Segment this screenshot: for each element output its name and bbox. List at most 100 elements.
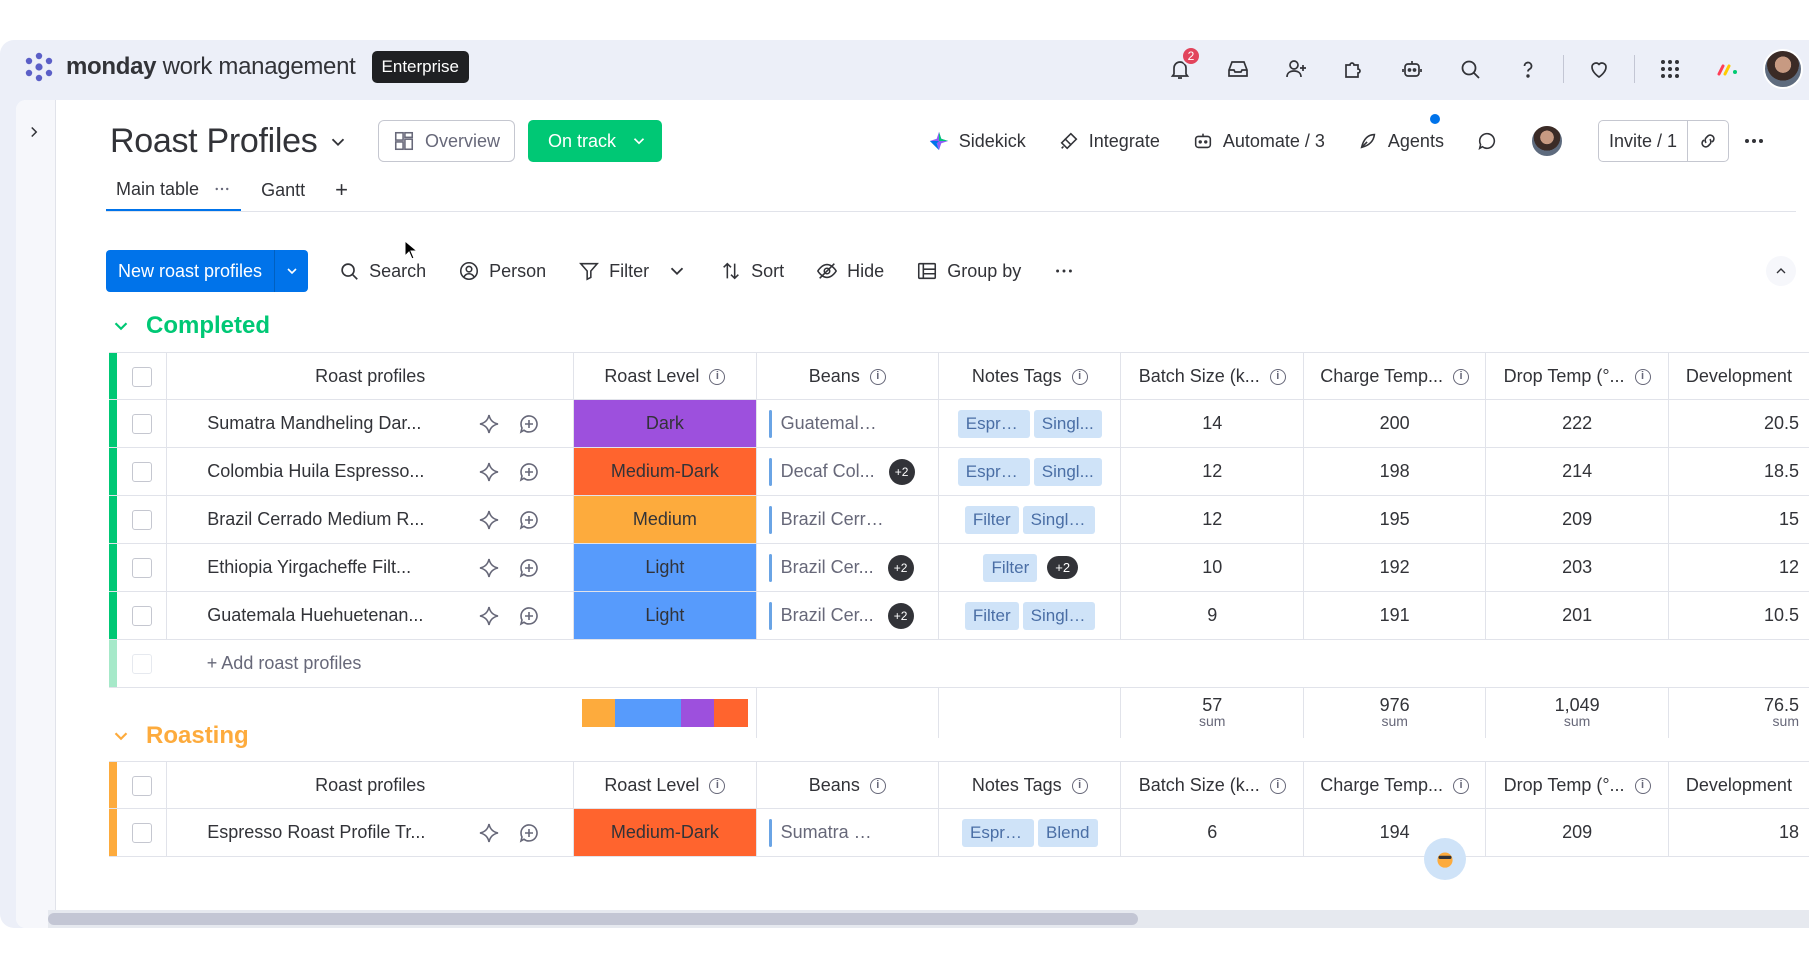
product-switcher-button[interactable] <box>1641 50 1699 88</box>
ai-assistant-button[interactable] <box>1383 50 1441 88</box>
favorite-icon[interactable] <box>477 412 501 436</box>
add-item-label[interactable]: + Add roast profiles <box>166 639 1809 688</box>
info-icon[interactable]: i <box>869 368 886 385</box>
select-all-checkbox[interactable] <box>116 352 168 400</box>
invite-members-button[interactable] <box>1267 50 1325 88</box>
level-distribution-segment[interactable] <box>681 698 715 727</box>
roast-level-cell[interactable]: Dark <box>573 399 757 448</box>
monday-products-button[interactable] <box>1699 50 1757 88</box>
row-checkbox[interactable] <box>116 591 168 640</box>
item-name[interactable]: Brazil Cerrado Medium R... <box>166 495 445 544</box>
group-title[interactable]: Roasting <box>146 722 249 750</box>
column-header-notes-tags[interactable]: Notes Tags i <box>938 761 1122 809</box>
more-beans-badge[interactable]: +2 <box>887 602 914 629</box>
add-item-row[interactable]: + Add roast profiles <box>109 639 1809 688</box>
level-distribution-segment[interactable] <box>581 698 615 727</box>
chevron-down-icon[interactable] <box>666 260 688 282</box>
chevron-down-icon[interactable] <box>110 315 132 337</box>
roast-level-cell[interactable]: Medium-Dark <box>573 447 757 496</box>
column-header-name[interactable]: Roast profiles <box>166 761 575 809</box>
favorite-icon[interactable] <box>477 604 501 628</box>
column-header-notes-tags[interactable]: Notes Tags i <box>938 352 1122 400</box>
tag-chip[interactable]: Espre... <box>957 457 1030 486</box>
group-header-roasting[interactable]: Roasting <box>110 722 249 750</box>
info-icon[interactable]: i <box>1453 777 1470 794</box>
development-cell[interactable]: 18.5 <box>1668 447 1809 496</box>
beans-cell[interactable]: Guatemala Hu... <box>756 399 940 448</box>
development-cell[interactable]: 18 <box>1668 808 1809 857</box>
drop-temp-cell[interactable]: 203 <box>1485 543 1669 592</box>
chevron-down-icon[interactable] <box>110 725 132 747</box>
row-checkbox[interactable] <box>116 543 168 592</box>
beans-cell[interactable]: Decaf Col... +2 <box>756 447 940 496</box>
charge-temp-cell[interactable]: 195 <box>1303 495 1487 544</box>
roast-level-cell[interactable]: Medium-Dark <box>573 808 757 857</box>
tag-chip[interactable]: Filter <box>983 553 1038 582</box>
batch-size-cell[interactable]: 10 <box>1120 543 1304 592</box>
apps-marketplace-button[interactable] <box>1325 50 1383 88</box>
notes-tags-cell[interactable]: Filter Single ... <box>938 591 1122 640</box>
notes-tags-cell[interactable]: Espres... Blend <box>938 808 1122 857</box>
add-update-icon[interactable] <box>517 604 541 628</box>
beans-cell[interactable]: Brazil Cer... +2 <box>756 591 940 640</box>
tag-chip[interactable]: Espre... <box>957 409 1030 438</box>
horizontal-scrollbar[interactable] <box>48 910 1809 928</box>
item-name[interactable]: Guatemala Huehuetenan... <box>166 591 445 640</box>
more-tags-badge[interactable]: +2 <box>1047 556 1079 579</box>
tag-chip[interactable]: Singl... <box>1033 409 1102 438</box>
roast-level-cell[interactable]: Light <box>573 543 757 592</box>
notes-tags-cell[interactable]: Filter Single ... <box>938 495 1122 544</box>
info-icon[interactable]: i <box>1071 777 1088 794</box>
beans-cell[interactable]: Brazil Cer... +2 <box>756 543 940 592</box>
info-icon[interactable]: i <box>869 777 886 794</box>
info-icon[interactable]: i <box>709 368 726 385</box>
development-cell[interactable]: 15 <box>1668 495 1809 544</box>
tag-chip[interactable]: Filter <box>964 505 1019 534</box>
tag-chip[interactable]: Filter <box>964 601 1019 630</box>
table-row[interactable]: Espresso Roast Profile Tr... Medium-Dark S… <box>109 808 1809 857</box>
column-header-drop-temp[interactable]: Drop Temp (°... i <box>1485 352 1669 400</box>
charge-temp-cell[interactable]: 192 <box>1303 543 1487 592</box>
add-update-icon[interactable] <box>517 556 541 580</box>
info-icon[interactable]: i <box>709 777 726 794</box>
invite-button[interactable]: Invite / 1 <box>1599 121 1688 161</box>
add-update-icon[interactable] <box>517 460 541 484</box>
favorite-icon[interactable] <box>477 556 501 580</box>
roast-level-cell[interactable]: Medium <box>573 495 757 544</box>
person-filter-button[interactable]: Person <box>442 250 562 292</box>
notifications-button[interactable]: 2 <box>1151 46 1209 88</box>
batch-size-cell[interactable]: 6 <box>1120 808 1304 857</box>
column-header-batch-size[interactable]: Batch Size (k... i <box>1120 761 1304 809</box>
level-distribution-segment[interactable] <box>614 698 682 727</box>
drop-temp-cell[interactable]: 209 <box>1485 808 1669 857</box>
level-distribution-bar[interactable] <box>581 698 748 727</box>
table-row[interactable]: Sumatra Mandheling Dar... Dark Guatemala H… <box>109 399 1809 448</box>
column-header-drop-temp[interactable]: Drop Temp (°... i <box>1485 761 1669 809</box>
drop-temp-cell[interactable]: 209 <box>1485 495 1669 544</box>
row-checkbox[interactable] <box>116 808 168 857</box>
roast-level-summary[interactable] <box>573 687 757 738</box>
info-icon[interactable]: i <box>1071 368 1088 385</box>
tag-chip[interactable]: Single ... <box>1022 601 1095 630</box>
table-row[interactable]: Ethiopia Yirgacheffe Filt... Light Brazil … <box>109 543 1809 592</box>
search-everything-button[interactable] <box>1441 50 1499 88</box>
more-icon[interactable] <box>213 180 231 198</box>
tab-main-table[interactable]: Main table <box>106 169 242 211</box>
drop-temp-cell[interactable]: 214 <box>1485 447 1669 496</box>
notes-tags-cell[interactable]: Espre... Singl... <box>938 399 1122 448</box>
favorite-icon[interactable] <box>477 460 501 484</box>
updates-button[interactable] <box>1429 114 1514 162</box>
select-all-checkbox[interactable] <box>116 761 168 809</box>
batch-size-cell[interactable]: 14 <box>1120 399 1304 448</box>
beans-cell[interactable]: Brazil Cerrado ... <box>756 495 940 544</box>
drop-temp-cell[interactable]: 201 <box>1485 591 1669 640</box>
board-title[interactable]: Roast Profiles <box>110 122 349 161</box>
tag-chip[interactable]: Singl... <box>1033 457 1102 486</box>
column-header-batch-size[interactable]: Batch Size (k... i <box>1120 352 1304 400</box>
brand[interactable]: monday work management Enterprise <box>22 50 470 84</box>
add-update-icon[interactable] <box>517 508 541 532</box>
column-header-charge-temp[interactable]: Charge Temp... i <box>1303 761 1487 809</box>
favorites-button[interactable] <box>1570 50 1628 88</box>
group-title[interactable]: Completed <box>146 312 270 340</box>
table-row[interactable]: Brazil Cerrado Medium R... Medium Brazil C… <box>109 495 1809 544</box>
